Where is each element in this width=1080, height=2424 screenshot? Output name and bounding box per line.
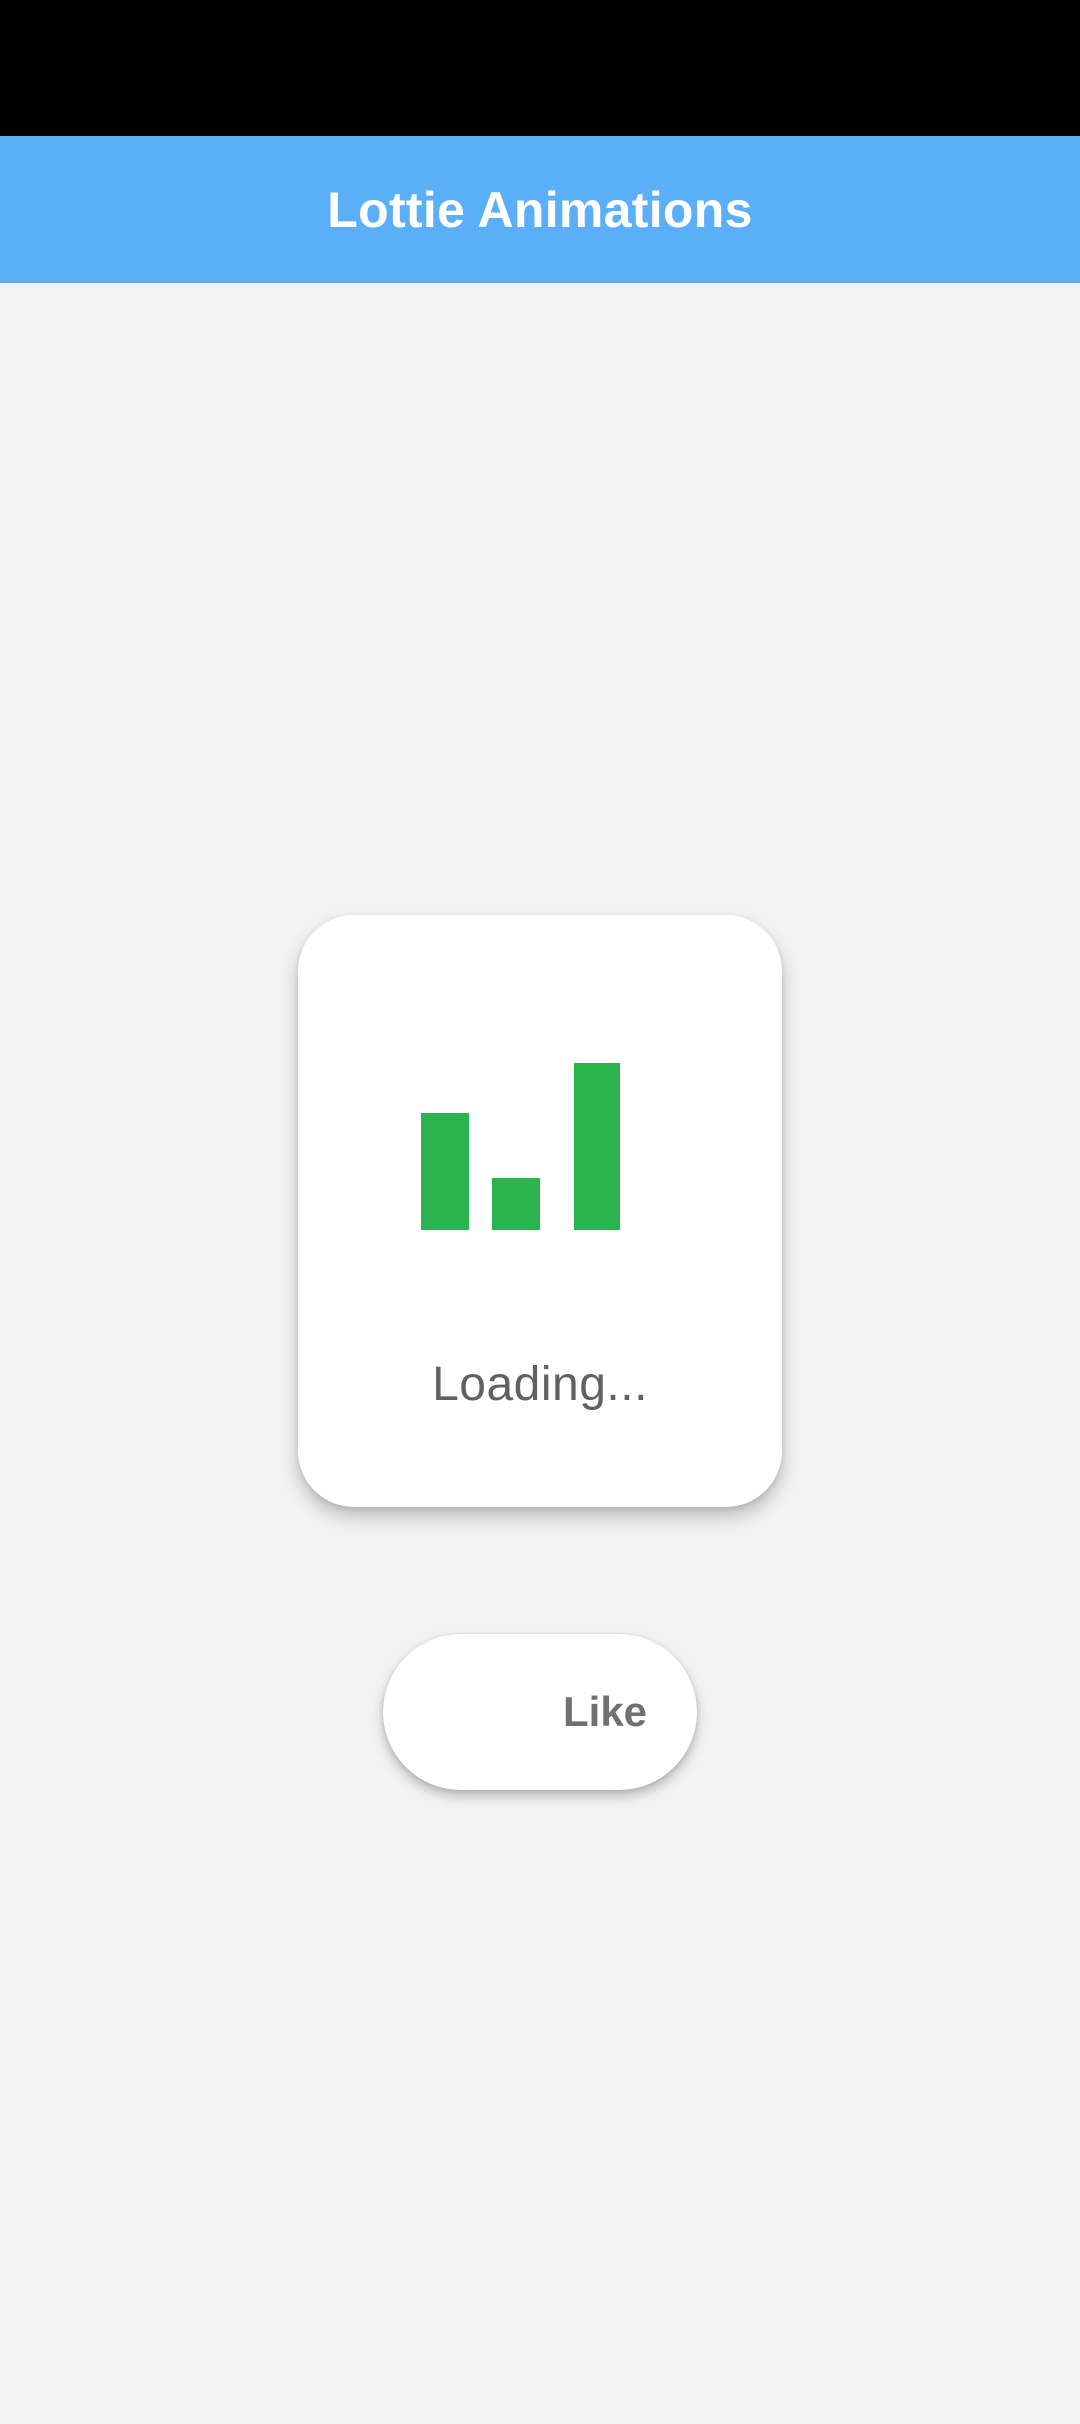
loading-card: Loading... <box>298 915 782 1507</box>
status-bar <box>0 0 1080 136</box>
heart-icon <box>423 1672 503 1752</box>
like-button[interactable]: Like <box>383 1634 697 1790</box>
loader-bar-1 <box>421 1113 469 1230</box>
app-bar: Lottie Animations <box>0 136 1080 283</box>
loading-text: Loading... <box>432 1358 648 1411</box>
bar-chart-loading-icon <box>298 915 782 1507</box>
like-label: Like <box>563 1688 648 1735</box>
loader-bar-3 <box>574 1063 620 1230</box>
loader-bar-2 <box>492 1178 540 1230</box>
app-title: Lottie Animations <box>327 181 753 238</box>
